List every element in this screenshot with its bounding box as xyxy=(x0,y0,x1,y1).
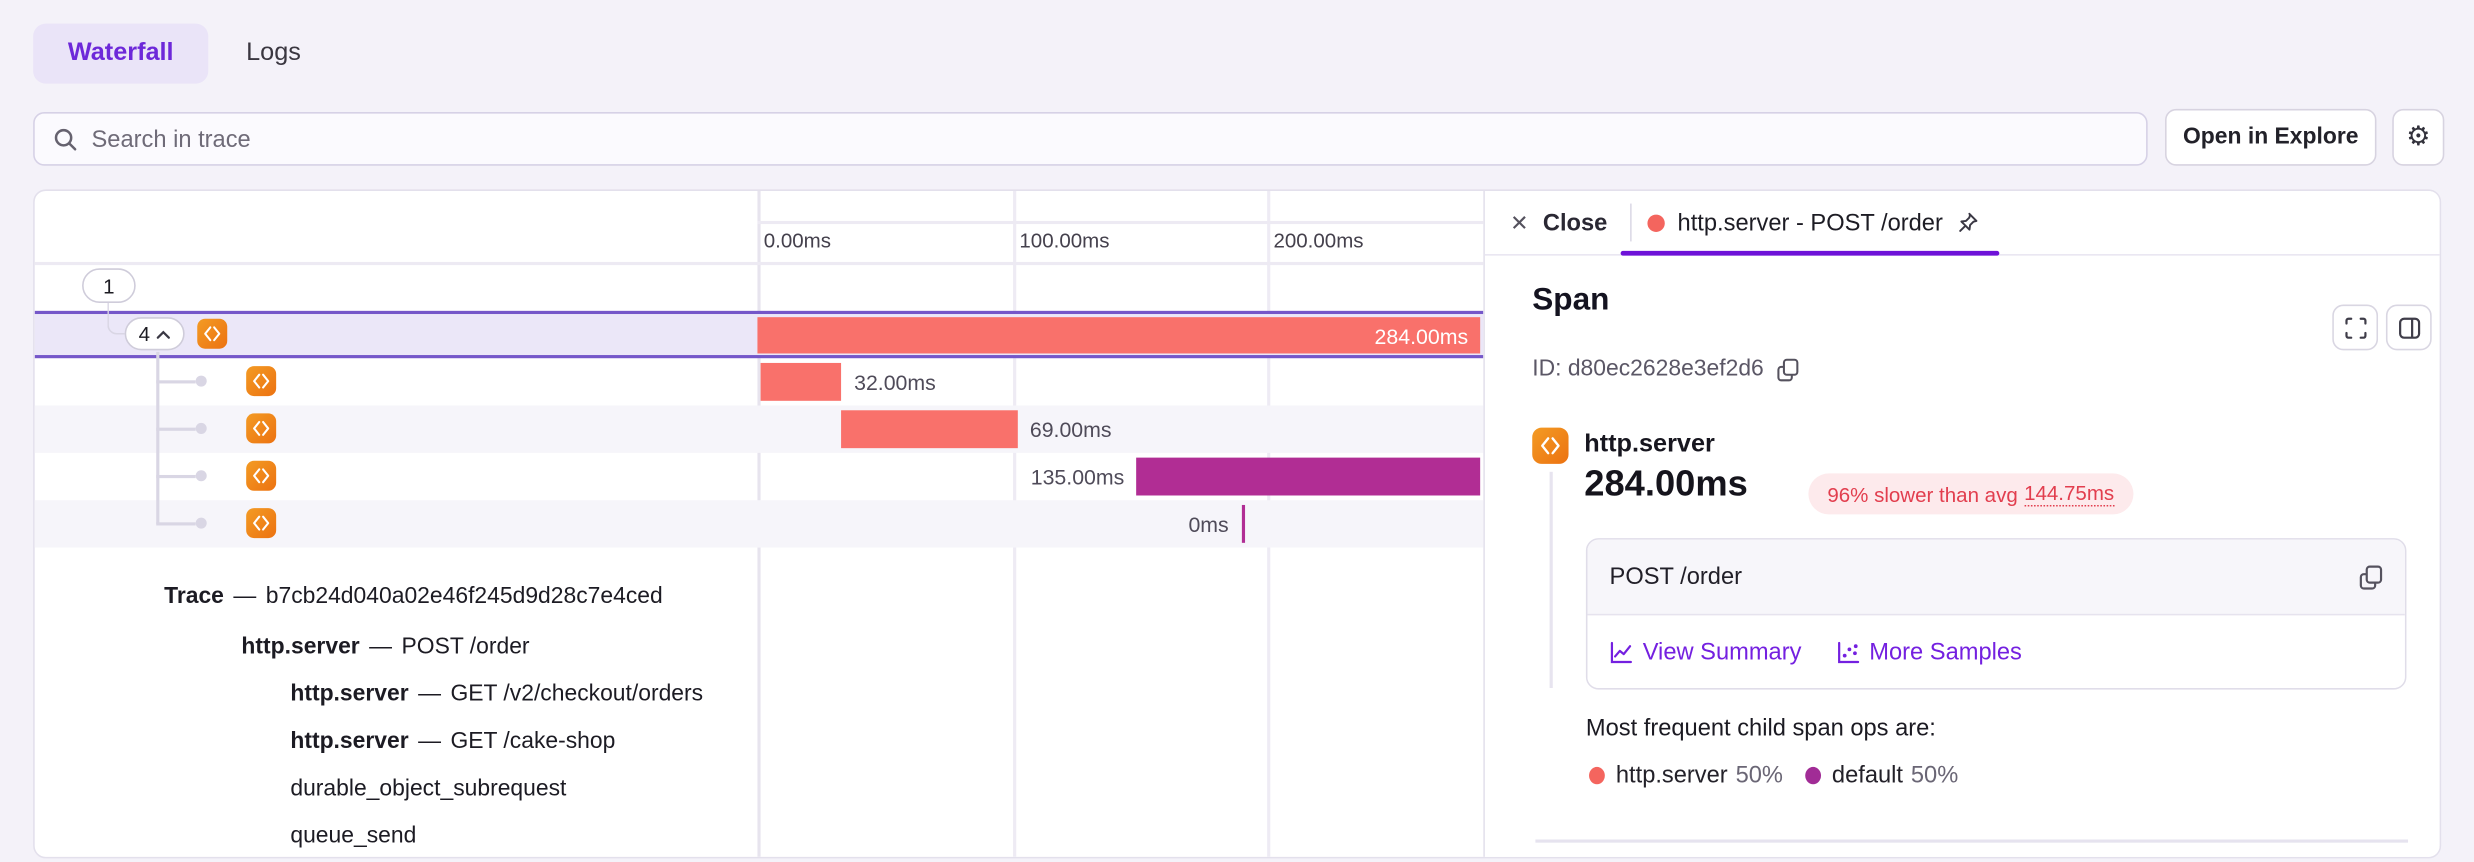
span-row-label[interactable]: queue_send xyxy=(290,503,416,858)
span-duration-label: 135.00ms xyxy=(35,453,1125,500)
copy-icon[interactable] xyxy=(1776,357,1798,381)
span-status-dot xyxy=(1648,214,1665,231)
sidebar-layout-icon xyxy=(2398,316,2420,338)
trace-waterfall-card: 0.00ms 100.00ms 200.00ms 1 Trace — b7cb2… xyxy=(33,189,2441,858)
cloudflare-workers-icon xyxy=(197,319,227,349)
span-children-badge[interactable]: 4 xyxy=(125,317,185,350)
view-tabs: Waterfall Logs xyxy=(33,24,301,84)
span-duration-label: 69.00ms xyxy=(1030,406,1112,453)
span-description: POST /order xyxy=(1610,563,1742,590)
header-divider xyxy=(1629,204,1631,242)
span-duration-bar[interactable] xyxy=(1137,458,1481,496)
span-duration-bar[interactable]: 284.00ms xyxy=(757,317,1480,353)
focus-icon xyxy=(2344,316,2366,338)
chevron-up-icon xyxy=(156,329,170,338)
span-duration-label: 284.00ms xyxy=(1375,317,1469,355)
span-duration: 284.00ms xyxy=(1584,462,1747,505)
close-icon[interactable]: ✕ xyxy=(1510,209,1529,236)
span-id-value: ID: d80ec2628e3ef2d6 xyxy=(1532,357,1764,382)
avg-duration-value[interactable]: 144.75ms xyxy=(2024,481,2114,506)
span-duration-label: 0ms xyxy=(35,500,1229,547)
copy-icon[interactable] xyxy=(2359,564,2383,589)
settings-gear-button[interactable]: ⚙ xyxy=(2392,109,2444,166)
focus-span-button[interactable] xyxy=(2332,305,2378,351)
tab-waterfall[interactable]: Waterfall xyxy=(33,24,208,84)
trace-children-badge[interactable]: 1 xyxy=(82,268,136,303)
search-input[interactable]: Search in trace xyxy=(33,112,2148,166)
span-duration-bar[interactable] xyxy=(841,410,1017,448)
cloudflare-workers-icon xyxy=(246,366,276,396)
gear-icon: ⚙ xyxy=(2406,122,2430,154)
span-id-row: ID: d80ec2628e3ef2d6 xyxy=(1532,357,1798,382)
slower-than-avg-badge: 96% slower than avg144.75ms xyxy=(1808,473,2133,514)
search-placeholder: Search in trace xyxy=(92,125,251,152)
active-tab-underline xyxy=(1621,251,2000,256)
child-ops-legend: http.server 50% default 50% xyxy=(1589,762,1958,789)
more-samples-link[interactable]: More Samples xyxy=(1836,638,2022,665)
legend-item: http.server 50% xyxy=(1589,762,1783,789)
toggle-sidebar-button[interactable] xyxy=(2386,305,2432,351)
span-op-name: http.server xyxy=(1584,431,1715,459)
trace-view: Waterfall Logs Search in trace Open in E… xyxy=(0,0,2474,862)
cloudflare-workers-icon xyxy=(1532,428,1568,464)
axis-tick-200: 200.00ms xyxy=(1273,229,1363,253)
span-duration-bar[interactable] xyxy=(1241,505,1245,543)
line-chart-icon xyxy=(1610,640,1634,664)
panel-title: Span xyxy=(1532,282,1609,318)
pin-icon[interactable] xyxy=(1955,211,1979,235)
search-icon xyxy=(54,127,78,151)
view-summary-link[interactable]: View Summary xyxy=(1610,638,1802,665)
panel-header: ✕ Close http.server - POST /order xyxy=(1485,191,2441,256)
tab-logs[interactable]: Logs xyxy=(246,39,301,67)
span-duration-label: 32.00ms xyxy=(854,358,936,405)
section-divider xyxy=(1535,839,2408,841)
legend-item: default 50% xyxy=(1805,762,1958,789)
span-duration-bar[interactable] xyxy=(760,363,841,401)
scatter-chart-icon xyxy=(1836,640,1860,664)
close-button[interactable]: Close xyxy=(1543,209,1607,236)
cloudflare-workers-icon xyxy=(246,413,276,443)
ruler-line xyxy=(757,221,1483,223)
indent-guide-line xyxy=(1550,472,1552,688)
legend-dot xyxy=(1805,767,1821,784)
open-in-explore-button[interactable]: Open in Explore xyxy=(2165,109,2376,166)
span-tab[interactable]: http.server - POST /order xyxy=(1648,209,1980,236)
span-tab-label: http.server - POST /order xyxy=(1678,209,1943,236)
child-ops-heading: Most frequent child span ops are: xyxy=(1586,715,1936,742)
legend-dot xyxy=(1589,767,1605,784)
axis-tick-100: 100.00ms xyxy=(1019,229,1109,253)
axis-tick-0: 0.00ms xyxy=(764,229,831,253)
span-detail-panel: ✕ Close http.server - POST /order Span I… xyxy=(1483,191,2441,858)
span-description-card: POST /order View Summary More Samples xyxy=(1586,538,2407,689)
